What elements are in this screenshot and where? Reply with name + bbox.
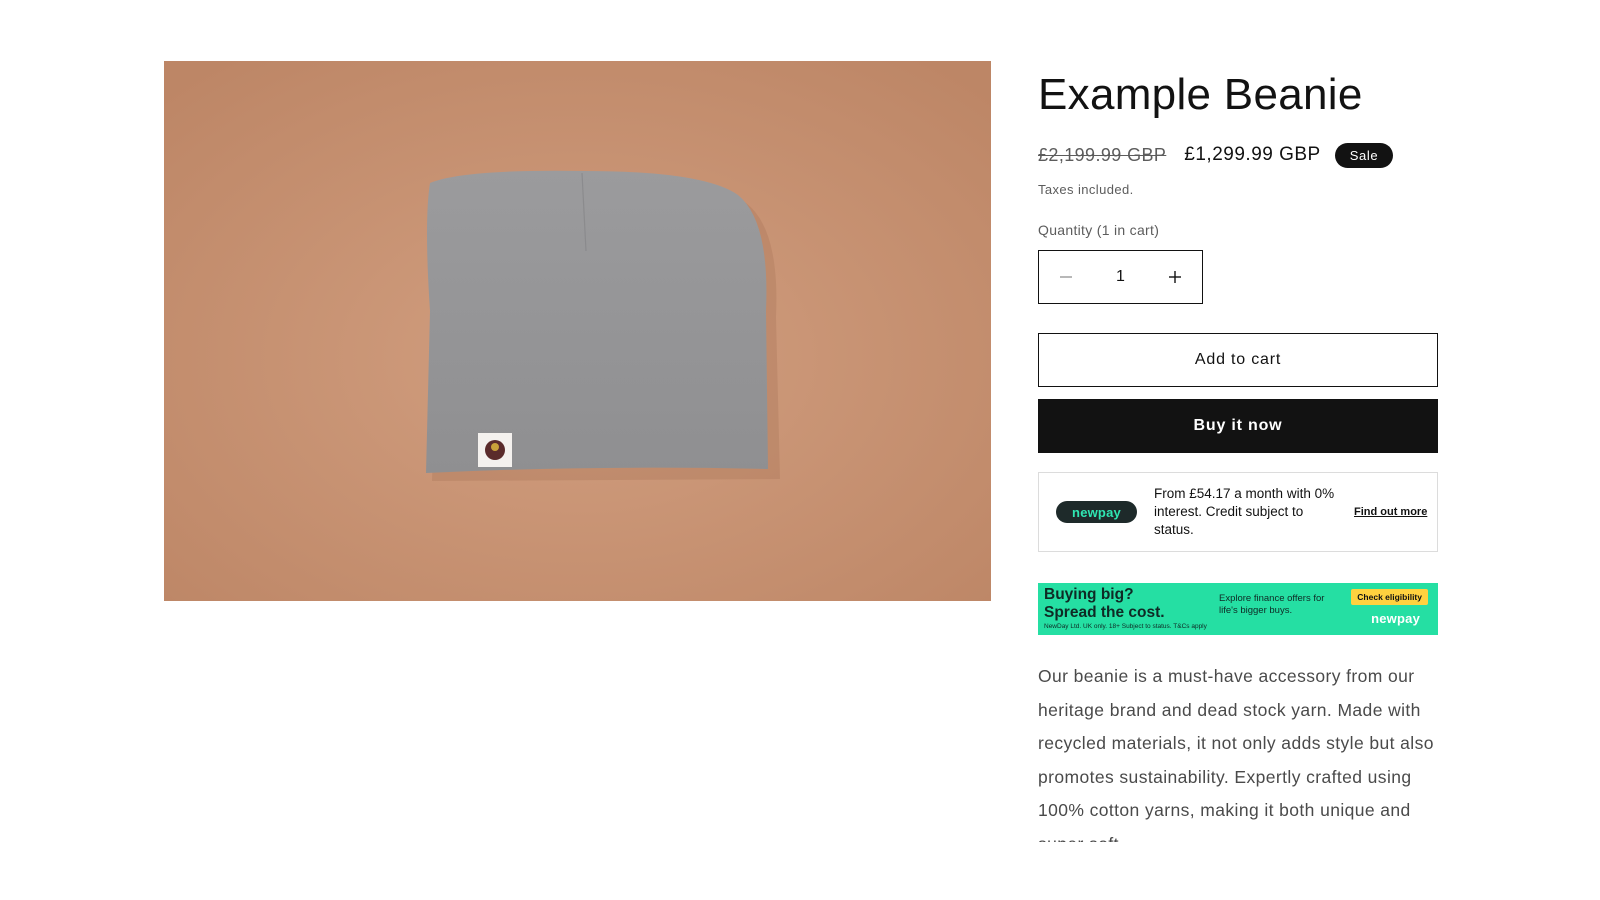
sale-badge: Sale: [1334, 142, 1394, 168]
brand-label-patch: [478, 433, 512, 467]
add-to-cart-button[interactable]: Add to cart: [1038, 333, 1438, 387]
newpay-promo-banner[interactable]: Buying big? Spread the cost. Explore fin…: [1038, 583, 1438, 635]
newpay-offer-text: From £54.17 a month with 0% interest. Cr…: [1154, 486, 1335, 537]
product-title: Example Beanie: [1038, 70, 1363, 119]
quantity-increase-button[interactable]: [1148, 251, 1202, 303]
quantity-input[interactable]: [1093, 268, 1148, 286]
product-image[interactable]: [164, 61, 991, 601]
product-description: Our beanie is a must-have accessory from…: [1038, 666, 1434, 842]
sale-price: £1,299.99 GBP: [1184, 144, 1321, 165]
newpay-financing-widget: newpay From £54.17 a month with 0% inter…: [1038, 472, 1438, 552]
taxes-note: Taxes included.: [1038, 182, 1134, 197]
compare-at-price: £2,199.99 GBP: [1038, 144, 1167, 165]
newpay-logo: newpay: [1056, 501, 1137, 523]
banner-headline-line2: Spread the cost.: [1044, 604, 1165, 621]
plus-icon: [1169, 271, 1181, 283]
banner-fine-print: NewDay Ltd. UK only. 18+ Subject to stat…: [1044, 623, 1207, 630]
beanie-body: [426, 170, 768, 473]
banner-subtext: Explore finance offers for life's bigger…: [1219, 593, 1325, 616]
product-page: Example Beanie £2,199.99 GBP £1,299.99 G…: [0, 0, 1600, 900]
buy-it-now-button[interactable]: Buy it now: [1038, 399, 1438, 453]
minus-icon: [1060, 276, 1072, 278]
quantity-label: Quantity (1 in cart): [1038, 222, 1160, 238]
quantity-decrease-button[interactable]: [1039, 251, 1093, 303]
banner-headline: Buying big? Spread the cost.: [1044, 586, 1165, 622]
banner-headline-line1: Buying big?: [1044, 586, 1134, 603]
quantity-stepper: [1038, 250, 1203, 304]
beanie-illustration: [164, 61, 991, 601]
check-eligibility-button[interactable]: Check eligibility: [1351, 589, 1428, 605]
price-row: £2,199.99 GBP £1,299.99 GBP Sale: [1038, 140, 1394, 170]
find-out-more-link[interactable]: Find out more: [1354, 506, 1427, 518]
banner-newpay-logo: newpay: [1371, 611, 1420, 626]
